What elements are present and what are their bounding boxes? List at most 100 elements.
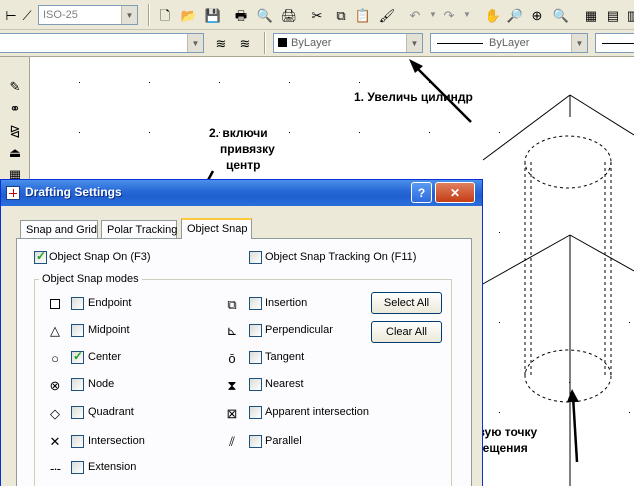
dialog-title: Drafting Settings [25, 185, 122, 199]
select-all-button[interactable]: Select All [371, 292, 442, 314]
box-edge [569, 234, 634, 272]
offset-icon[interactable]: ⏏ [6, 143, 24, 161]
dialog-titlebar[interactable]: Drafting Settings ? ✕ [1, 180, 482, 206]
design-center-icon[interactable]: ▤ [604, 6, 622, 24]
layer-manager-icon[interactable]: ≋ [236, 34, 254, 52]
extension-checkbox[interactable] [71, 461, 84, 474]
square-icon [48, 297, 62, 311]
annotation-step2-line1: 2. включи [209, 126, 268, 140]
color-swatch [278, 38, 287, 47]
annotation-step1: 1. Увеличь цилиндр [354, 90, 473, 104]
linetype-combo[interactable]: ByLayer ▼ [430, 33, 588, 53]
lineweight-combo[interactable] [595, 33, 634, 53]
perpendicular-label: Perpendicular [265, 324, 333, 336]
tangent-checkbox[interactable] [249, 351, 262, 364]
cylinder-top-ellipse [524, 135, 612, 189]
chevron-down-icon[interactable]: ▼ [121, 6, 137, 24]
lineweight-preview [602, 42, 634, 44]
endpoint-checkbox[interactable] [71, 297, 84, 310]
extension-label: Extension [88, 461, 137, 473]
insertion-icon: ⧉ [227, 296, 237, 312]
print-preview-icon[interactable]: 🔍 [256, 6, 274, 24]
redo-icon[interactable]: ↷ [440, 6, 458, 24]
properties-icon[interactable]: ▦ [582, 6, 600, 24]
nearest-label: Nearest [265, 378, 304, 390]
dimstyle-manager-icon[interactable]: ⟋ [18, 6, 36, 24]
toolbar-separator [264, 32, 266, 54]
tool-palettes-icon[interactable]: ▥ [624, 6, 634, 24]
node-icon: ⊗ [49, 377, 61, 393]
undo-icon[interactable]: ↶ [406, 6, 424, 24]
insertion-label: Insertion [265, 297, 308, 309]
node-checkbox[interactable] [71, 378, 84, 391]
quadrant-label: Quadrant [88, 406, 134, 418]
chevron-down-icon[interactable]: ▼ [571, 34, 587, 52]
dimstyle-combo[interactable]: ISO-25 ▼ [38, 5, 138, 25]
endpoint-label: Endpoint [88, 297, 132, 309]
open-file-icon[interactable]: 📂 [180, 6, 198, 24]
object-snap-on-label: Object Snap On (F3) [49, 251, 151, 263]
annotation-step2-line3: центр [226, 158, 261, 172]
object-snap-tracking-label: Object Snap Tracking On (F11) [265, 251, 417, 263]
color-value: ByLayer [291, 37, 332, 49]
match-properties-icon[interactable]: 🖌 [378, 6, 396, 24]
cut-icon[interactable]: ✂ [308, 6, 326, 24]
paste-icon[interactable]: 📋 [354, 6, 372, 24]
chevron-down-icon[interactable]: ▼ [406, 34, 422, 52]
copy-icon[interactable]: ⧉ [332, 6, 350, 24]
redo-dropdown-icon[interactable]: ▼ [458, 6, 476, 24]
arrow-head [567, 389, 579, 402]
erase-icon[interactable]: ✎ [6, 77, 24, 95]
midpoint-label: Midpoint [88, 324, 130, 336]
help-button[interactable]: ? [411, 182, 432, 203]
tangent-icon: ō [228, 350, 236, 366]
clear-all-button[interactable]: Clear All [371, 321, 442, 343]
hourglass-icon: ⧗ [227, 377, 237, 393]
box-edge [569, 94, 634, 136]
copy-object-icon[interactable]: ⚭ [6, 99, 24, 117]
intersection-checkbox[interactable] [71, 435, 84, 448]
box-edge [482, 94, 571, 161]
tangent-label: Tangent [265, 351, 305, 363]
layer-combo[interactable]: ▼ [0, 33, 204, 53]
nearest-checkbox[interactable] [249, 378, 262, 391]
pan-realtime-icon[interactable]: ✋ [484, 6, 502, 24]
color-combo[interactable]: ByLayer ▼ [273, 33, 423, 53]
intersection-label: Intersection [88, 435, 145, 447]
zoom-previous-icon[interactable]: 🔍 [552, 6, 570, 24]
standard-toolbar: ⊢ ⟋ ISO-25 ▼ 🗋 📂 💾 🖶 🔍 🖨 ✂ ⧉ 📋 🖌 ↶ ▼ ↷ ▼… [0, 0, 634, 30]
app-icon [6, 186, 20, 200]
zoom-realtime-icon[interactable]: 🔎 [506, 6, 524, 24]
linetype-preview [437, 42, 483, 44]
object-snap-on-checkbox[interactable] [34, 249, 47, 264]
chevron-down-icon[interactable]: ▼ [187, 34, 203, 52]
extension-icon: -·- [50, 460, 61, 476]
center-checkbox[interactable] [71, 349, 84, 364]
tab-object-snap[interactable]: Object Snap [181, 218, 252, 239]
dimstyle-value: ISO-25 [43, 9, 78, 21]
publish-icon[interactable]: 🖨 [280, 6, 298, 24]
parallel-label: Parallel [265, 435, 302, 447]
parallel-icon: ⫽ [229, 433, 235, 449]
mirror-icon[interactable]: ⧎ [6, 121, 24, 139]
tab-polar-tracking[interactable]: Polar Tracking [101, 220, 177, 239]
quadrant-checkbox[interactable] [71, 406, 84, 419]
new-file-icon[interactable]: 🗋 [156, 6, 174, 24]
midpoint-checkbox[interactable] [71, 324, 84, 337]
save-icon[interactable]: 💾 [204, 6, 222, 24]
apparent-intersection-label: Apparent intersection [265, 406, 369, 418]
insertion-checkbox[interactable] [249, 297, 262, 310]
perpendicular-checkbox[interactable] [249, 324, 262, 337]
apparent-intersection-checkbox[interactable] [249, 406, 262, 419]
drafting-settings-dialog: Drafting Settings ? ✕ Snap and Grid Pola… [0, 179, 483, 486]
parallel-checkbox[interactable] [249, 435, 262, 448]
layer-previous-icon[interactable]: ≋ [212, 34, 230, 52]
layers-toolbar: ▼ ≋ ≋ ByLayer ▼ ByLayer ▼ [0, 30, 634, 57]
zoom-window-icon[interactable]: ⊕ [528, 6, 546, 24]
cylinder-bottom-ellipse [524, 349, 612, 403]
object-snap-tracking-checkbox[interactable] [249, 251, 262, 264]
close-button[interactable]: ✕ [435, 182, 475, 203]
print-icon[interactable]: 🖶 [232, 6, 250, 24]
tab-snap-and-grid[interactable]: Snap and Grid [20, 220, 98, 239]
boxed-x-icon: ⊠ [226, 405, 238, 421]
